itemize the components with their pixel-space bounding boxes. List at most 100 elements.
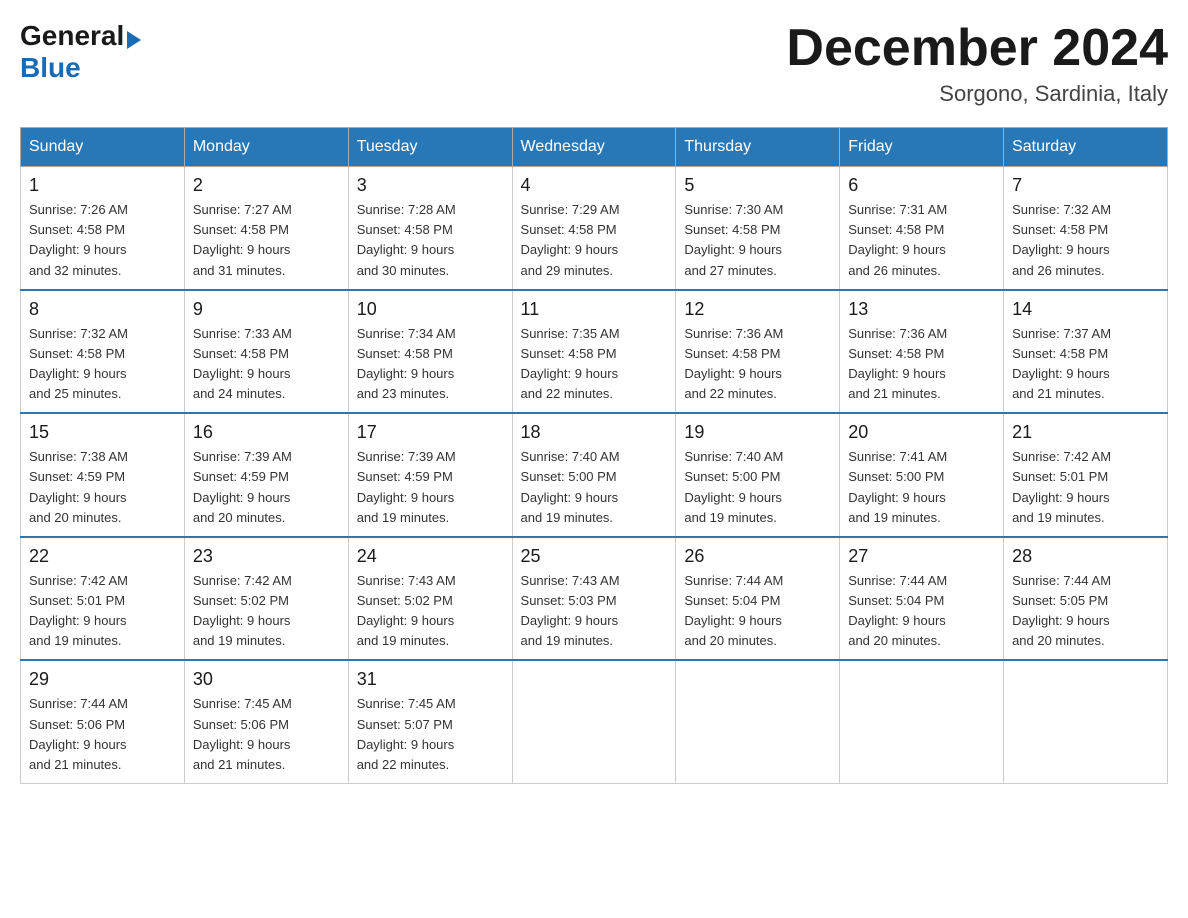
logo-general-text: General [20,20,141,52]
header-monday: Monday [184,128,348,167]
day-info: Sunrise: 7:27 AMSunset: 4:58 PMDaylight:… [193,200,340,281]
day-info: Sunrise: 7:32 AMSunset: 4:58 PMDaylight:… [29,324,176,405]
day-number: 22 [29,546,176,567]
day-number: 2 [193,175,340,196]
day-info: Sunrise: 7:29 AMSunset: 4:58 PMDaylight:… [521,200,668,281]
day-number: 27 [848,546,995,567]
day-number: 8 [29,299,176,320]
table-row [840,660,1004,783]
title-block: December 2024 Sorgono, Sardinia, Italy [786,20,1168,107]
calendar-week-row: 29 Sunrise: 7:44 AMSunset: 5:06 PMDayligh… [21,660,1168,783]
day-number: 4 [521,175,668,196]
table-row: 11 Sunrise: 7:35 AMSunset: 4:58 PMDayligh… [512,290,676,414]
table-row: 14 Sunrise: 7:37 AMSunset: 4:58 PMDayligh… [1004,290,1168,414]
table-row: 1 Sunrise: 7:26 AMSunset: 4:58 PMDaylight… [21,167,185,290]
day-info: Sunrise: 7:45 AMSunset: 5:06 PMDaylight:… [193,694,340,775]
day-info: Sunrise: 7:44 AMSunset: 5:06 PMDaylight:… [29,694,176,775]
table-row: 29 Sunrise: 7:44 AMSunset: 5:06 PMDayligh… [21,660,185,783]
day-number: 11 [521,299,668,320]
day-info: Sunrise: 7:42 AMSunset: 5:02 PMDaylight:… [193,571,340,652]
table-row: 17 Sunrise: 7:39 AMSunset: 4:59 PMDayligh… [348,413,512,537]
day-info: Sunrise: 7:36 AMSunset: 4:58 PMDaylight:… [848,324,995,405]
day-info: Sunrise: 7:43 AMSunset: 5:03 PMDaylight:… [521,571,668,652]
day-info: Sunrise: 7:45 AMSunset: 5:07 PMDaylight:… [357,694,504,775]
table-row: 30Sunrise: 7:45 AMSunset: 5:06 PMDayligh… [184,660,348,783]
day-number: 19 [684,422,831,443]
day-info: Sunrise: 7:42 AMSunset: 5:01 PMDaylight:… [29,571,176,652]
day-info: Sunrise: 7:37 AMSunset: 4:58 PMDaylight:… [1012,324,1159,405]
day-number: 26 [684,546,831,567]
header-friday: Friday [840,128,1004,167]
table-row: 18Sunrise: 7:40 AMSunset: 5:00 PMDayligh… [512,413,676,537]
table-row: 5 Sunrise: 7:30 AMSunset: 4:58 PMDaylight… [676,167,840,290]
table-row: 10 Sunrise: 7:34 AMSunset: 4:58 PMDayligh… [348,290,512,414]
table-row: 16Sunrise: 7:39 AMSunset: 4:59 PMDayligh… [184,413,348,537]
table-row [1004,660,1168,783]
day-info: Sunrise: 7:26 AMSunset: 4:58 PMDaylight:… [29,200,176,281]
table-row [676,660,840,783]
day-number: 6 [848,175,995,196]
day-number: 21 [1012,422,1159,443]
day-number: 24 [357,546,504,567]
location-title: Sorgono, Sardinia, Italy [786,81,1168,107]
day-number: 10 [357,299,504,320]
table-row: 22 Sunrise: 7:42 AMSunset: 5:01 PMDayligh… [21,537,185,661]
day-number: 1 [29,175,176,196]
header-wednesday: Wednesday [512,128,676,167]
day-info: Sunrise: 7:40 AMSunset: 5:00 PMDaylight:… [684,447,831,528]
day-info: Sunrise: 7:39 AMSunset: 4:59 PMDaylight:… [357,447,504,528]
table-row: 13 Sunrise: 7:36 AMSunset: 4:58 PMDayligh… [840,290,1004,414]
calendar-week-row: 15 Sunrise: 7:38 AMSunset: 4:59 PMDayligh… [21,413,1168,537]
calendar-week-row: 8 Sunrise: 7:32 AMSunset: 4:58 PMDaylight… [21,290,1168,414]
day-info: Sunrise: 7:44 AMSunset: 5:04 PMDaylight:… [848,571,995,652]
header-tuesday: Tuesday [348,128,512,167]
day-number: 14 [1012,299,1159,320]
calendar-table: Sunday Monday Tuesday Wednesday Thursday… [20,127,1168,784]
day-number: 23 [193,546,340,567]
table-row: 25 Sunrise: 7:43 AMSunset: 5:03 PMDayligh… [512,537,676,661]
day-info: Sunrise: 7:28 AMSunset: 4:58 PMDaylight:… [357,200,504,281]
day-info: Sunrise: 7:44 AMSunset: 5:04 PMDaylight:… [684,571,831,652]
day-number: 25 [521,546,668,567]
day-number: 3 [357,175,504,196]
day-number: 20 [848,422,995,443]
page-header: General Blue December 2024 Sorgono, Sard… [20,20,1168,107]
calendar-week-row: 1 Sunrise: 7:26 AMSunset: 4:58 PMDaylight… [21,167,1168,290]
table-row: 6Sunrise: 7:31 AMSunset: 4:58 PMDaylight… [840,167,1004,290]
table-row: 21Sunrise: 7:42 AMSunset: 5:01 PMDayligh… [1004,413,1168,537]
day-info: Sunrise: 7:36 AMSunset: 4:58 PMDaylight:… [684,324,831,405]
day-number: 29 [29,669,176,690]
day-number: 9 [193,299,340,320]
day-number: 17 [357,422,504,443]
table-row: 28Sunrise: 7:44 AMSunset: 5:05 PMDayligh… [1004,537,1168,661]
month-title: December 2024 [786,20,1168,77]
table-row: 24 Sunrise: 7:43 AMSunset: 5:02 PMDayligh… [348,537,512,661]
day-info: Sunrise: 7:40 AMSunset: 5:00 PMDaylight:… [521,447,668,528]
table-row: 9Sunrise: 7:33 AMSunset: 4:58 PMDaylight… [184,290,348,414]
day-number: 31 [357,669,504,690]
calendar-header-row: Sunday Monday Tuesday Wednesday Thursday… [21,128,1168,167]
table-row: 12 Sunrise: 7:36 AMSunset: 4:58 PMDayligh… [676,290,840,414]
day-info: Sunrise: 7:41 AMSunset: 5:00 PMDaylight:… [848,447,995,528]
day-info: Sunrise: 7:34 AMSunset: 4:58 PMDaylight:… [357,324,504,405]
table-row: 2 Sunrise: 7:27 AMSunset: 4:58 PMDaylight… [184,167,348,290]
day-info: Sunrise: 7:43 AMSunset: 5:02 PMDaylight:… [357,571,504,652]
day-info: Sunrise: 7:38 AMSunset: 4:59 PMDaylight:… [29,447,176,528]
day-number: 13 [848,299,995,320]
table-row: 8 Sunrise: 7:32 AMSunset: 4:58 PMDaylight… [21,290,185,414]
table-row: 31 Sunrise: 7:45 AMSunset: 5:07 PMDayligh… [348,660,512,783]
day-info: Sunrise: 7:35 AMSunset: 4:58 PMDaylight:… [521,324,668,405]
day-info: Sunrise: 7:32 AMSunset: 4:58 PMDaylight:… [1012,200,1159,281]
day-info: Sunrise: 7:39 AMSunset: 4:59 PMDaylight:… [193,447,340,528]
day-info: Sunrise: 7:30 AMSunset: 4:58 PMDaylight:… [684,200,831,281]
table-row: 4 Sunrise: 7:29 AMSunset: 4:58 PMDaylight… [512,167,676,290]
day-number: 5 [684,175,831,196]
day-number: 12 [684,299,831,320]
table-row: 19 Sunrise: 7:40 AMSunset: 5:00 PMDayligh… [676,413,840,537]
logo: General Blue [20,20,141,84]
table-row: 7 Sunrise: 7:32 AMSunset: 4:58 PMDaylight… [1004,167,1168,290]
day-number: 7 [1012,175,1159,196]
day-number: 15 [29,422,176,443]
table-row: 15 Sunrise: 7:38 AMSunset: 4:59 PMDayligh… [21,413,185,537]
day-number: 28 [1012,546,1159,567]
